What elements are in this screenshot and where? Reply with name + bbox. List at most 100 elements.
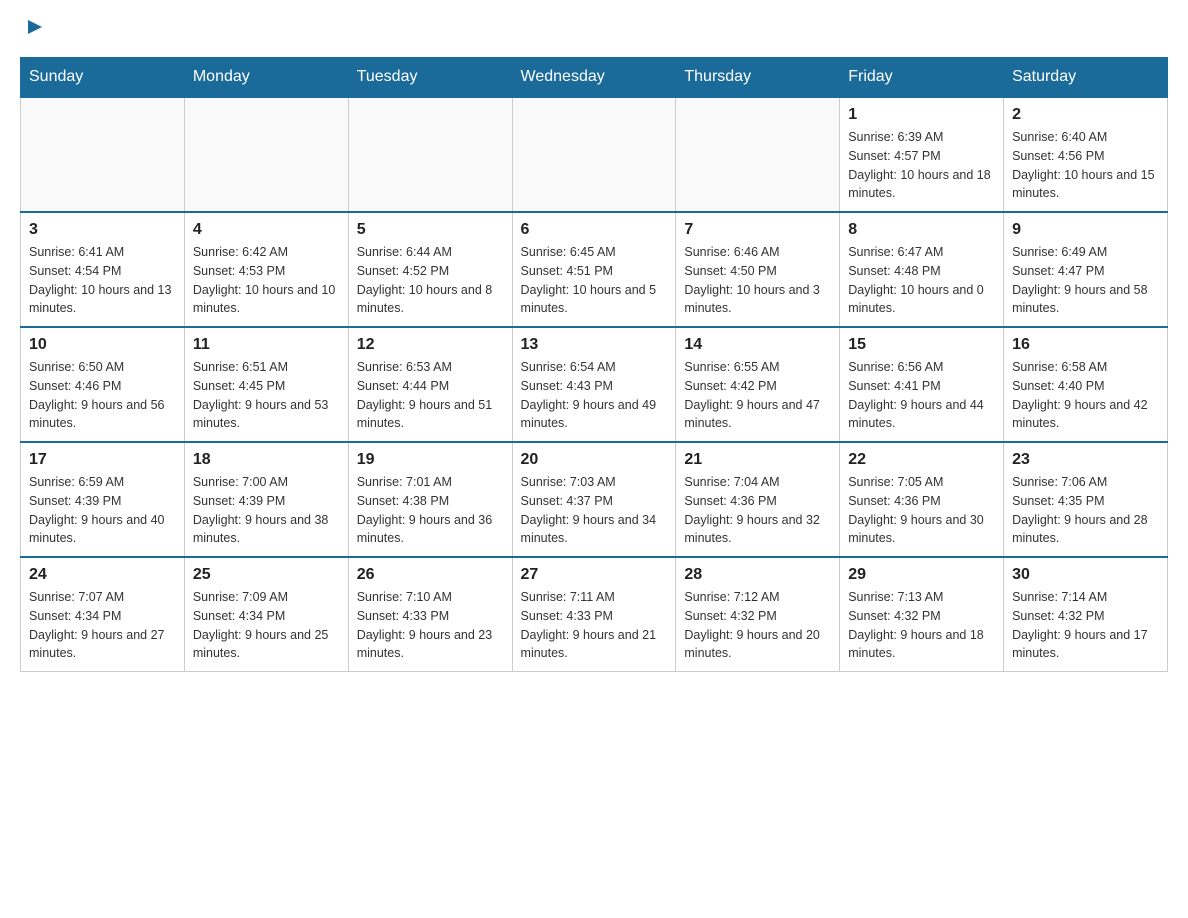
- calendar-cell: [21, 97, 185, 212]
- day-sun-info: Sunrise: 6:58 AMSunset: 4:40 PMDaylight:…: [1012, 358, 1159, 433]
- week-row-4: 17 Sunrise: 6:59 AMSunset: 4:39 PMDayligh…: [21, 442, 1168, 557]
- day-number: 1: [848, 106, 995, 124]
- day-sun-info: Sunrise: 6:49 AMSunset: 4:47 PMDaylight:…: [1012, 243, 1159, 318]
- calendar-cell: 17 Sunrise: 6:59 AMSunset: 4:39 PMDayligh…: [21, 442, 185, 557]
- week-row-5: 24 Sunrise: 7:07 AMSunset: 4:34 PMDayligh…: [21, 557, 1168, 672]
- calendar-cell: 18 Sunrise: 7:00 AMSunset: 4:39 PMDayligh…: [184, 442, 348, 557]
- day-number: 3: [29, 221, 176, 239]
- week-row-2: 3Sunrise: 6:41 AMSunset: 4:54 PMDaylight…: [21, 212, 1168, 327]
- calendar-cell: 23 Sunrise: 7:06 AMSunset: 4:35 PMDayligh…: [1004, 442, 1168, 557]
- calendar-cell: 4 Sunrise: 6:42 AMSunset: 4:53 PMDaylight…: [184, 212, 348, 327]
- day-number: 22: [848, 451, 995, 469]
- day-sun-info: Sunrise: 7:07 AMSunset: 4:34 PMDaylight:…: [29, 588, 176, 663]
- day-number: 27: [521, 566, 668, 584]
- day-sun-info: Sunrise: 7:06 AMSunset: 4:35 PMDaylight:…: [1012, 473, 1159, 548]
- logo: [20, 20, 46, 37]
- day-number: 10: [29, 336, 176, 354]
- week-row-3: 10 Sunrise: 6:50 AMSunset: 4:46 PMDayligh…: [21, 327, 1168, 442]
- calendar-cell: 14Sunrise: 6:55 AMSunset: 4:42 PMDayligh…: [676, 327, 840, 442]
- day-sun-info: Sunrise: 7:00 AMSunset: 4:39 PMDaylight:…: [193, 473, 340, 548]
- calendar-header-row: SundayMondayTuesdayWednesdayThursdayFrid…: [21, 58, 1168, 98]
- calendar-cell: 11Sunrise: 6:51 AMSunset: 4:45 PMDayligh…: [184, 327, 348, 442]
- calendar-cell: [676, 97, 840, 212]
- day-sun-info: Sunrise: 7:05 AMSunset: 4:36 PMDaylight:…: [848, 473, 995, 548]
- column-header-tuesday: Tuesday: [348, 58, 512, 98]
- calendar-cell: 25 Sunrise: 7:09 AMSunset: 4:34 PMDayligh…: [184, 557, 348, 672]
- column-header-monday: Monday: [184, 58, 348, 98]
- day-number: 5: [357, 221, 504, 239]
- column-header-wednesday: Wednesday: [512, 58, 676, 98]
- calendar-cell: 13 Sunrise: 6:54 AMSunset: 4:43 PMDayligh…: [512, 327, 676, 442]
- calendar-cell: 2 Sunrise: 6:40 AMSunset: 4:56 PMDaylight…: [1004, 97, 1168, 212]
- calendar-cell: 8Sunrise: 6:47 AMSunset: 4:48 PMDaylight…: [840, 212, 1004, 327]
- day-number: 19: [357, 451, 504, 469]
- day-number: 18: [193, 451, 340, 469]
- calendar-cell: 6 Sunrise: 6:45 AMSunset: 4:51 PMDaylight…: [512, 212, 676, 327]
- calendar-table: SundayMondayTuesdayWednesdayThursdayFrid…: [20, 57, 1168, 672]
- day-number: 21: [684, 451, 831, 469]
- day-sun-info: Sunrise: 6:45 AMSunset: 4:51 PMDaylight:…: [521, 243, 668, 318]
- day-sun-info: Sunrise: 6:42 AMSunset: 4:53 PMDaylight:…: [193, 243, 340, 318]
- column-header-friday: Friday: [840, 58, 1004, 98]
- day-number: 13: [521, 336, 668, 354]
- calendar-cell: 26 Sunrise: 7:10 AMSunset: 4:33 PMDayligh…: [348, 557, 512, 672]
- day-sun-info: Sunrise: 7:01 AMSunset: 4:38 PMDaylight:…: [357, 473, 504, 548]
- calendar-cell: 1 Sunrise: 6:39 AMSunset: 4:57 PMDaylight…: [840, 97, 1004, 212]
- day-number: 9: [1012, 221, 1159, 239]
- calendar-cell: 3Sunrise: 6:41 AMSunset: 4:54 PMDaylight…: [21, 212, 185, 327]
- day-sun-info: Sunrise: 6:51 AMSunset: 4:45 PMDaylight:…: [193, 358, 340, 433]
- calendar-cell: 30 Sunrise: 7:14 AMSunset: 4:32 PMDayligh…: [1004, 557, 1168, 672]
- day-number: 16: [1012, 336, 1159, 354]
- calendar-cell: 20Sunrise: 7:03 AMSunset: 4:37 PMDayligh…: [512, 442, 676, 557]
- day-number: 17: [29, 451, 176, 469]
- day-number: 12: [357, 336, 504, 354]
- column-header-sunday: Sunday: [21, 58, 185, 98]
- day-sun-info: Sunrise: 6:59 AMSunset: 4:39 PMDaylight:…: [29, 473, 176, 548]
- calendar-cell: 9 Sunrise: 6:49 AMSunset: 4:47 PMDaylight…: [1004, 212, 1168, 327]
- calendar-cell: [184, 97, 348, 212]
- logo-arrow-icon: [24, 16, 46, 38]
- day-number: 23: [1012, 451, 1159, 469]
- day-number: 15: [848, 336, 995, 354]
- day-sun-info: Sunrise: 7:09 AMSunset: 4:34 PMDaylight:…: [193, 588, 340, 663]
- day-number: 29: [848, 566, 995, 584]
- day-sun-info: Sunrise: 6:53 AMSunset: 4:44 PMDaylight:…: [357, 358, 504, 433]
- calendar-cell: [512, 97, 676, 212]
- day-number: 26: [357, 566, 504, 584]
- column-header-saturday: Saturday: [1004, 58, 1168, 98]
- calendar-cell: 15Sunrise: 6:56 AMSunset: 4:41 PMDayligh…: [840, 327, 1004, 442]
- day-sun-info: Sunrise: 6:47 AMSunset: 4:48 PMDaylight:…: [848, 243, 995, 318]
- calendar-cell: 29Sunrise: 7:13 AMSunset: 4:32 PMDayligh…: [840, 557, 1004, 672]
- calendar-cell: 10 Sunrise: 6:50 AMSunset: 4:46 PMDayligh…: [21, 327, 185, 442]
- day-sun-info: Sunrise: 6:55 AMSunset: 4:42 PMDaylight:…: [684, 358, 831, 433]
- page-header: [20, 20, 1168, 37]
- calendar-cell: [348, 97, 512, 212]
- day-sun-info: Sunrise: 6:40 AMSunset: 4:56 PMDaylight:…: [1012, 128, 1159, 203]
- calendar-cell: 22 Sunrise: 7:05 AMSunset: 4:36 PMDayligh…: [840, 442, 1004, 557]
- day-sun-info: Sunrise: 7:12 AMSunset: 4:32 PMDaylight:…: [684, 588, 831, 663]
- calendar-cell: 21 Sunrise: 7:04 AMSunset: 4:36 PMDayligh…: [676, 442, 840, 557]
- day-number: 2: [1012, 106, 1159, 124]
- calendar-cell: 5Sunrise: 6:44 AMSunset: 4:52 PMDaylight…: [348, 212, 512, 327]
- day-sun-info: Sunrise: 7:04 AMSunset: 4:36 PMDaylight:…: [684, 473, 831, 548]
- day-sun-info: Sunrise: 7:10 AMSunset: 4:33 PMDaylight:…: [357, 588, 504, 663]
- calendar-cell: 19 Sunrise: 7:01 AMSunset: 4:38 PMDayligh…: [348, 442, 512, 557]
- day-number: 28: [684, 566, 831, 584]
- day-number: 30: [1012, 566, 1159, 584]
- day-number: 4: [193, 221, 340, 239]
- day-number: 24: [29, 566, 176, 584]
- day-number: 20: [521, 451, 668, 469]
- day-sun-info: Sunrise: 7:14 AMSunset: 4:32 PMDaylight:…: [1012, 588, 1159, 663]
- day-sun-info: Sunrise: 6:50 AMSunset: 4:46 PMDaylight:…: [29, 358, 176, 433]
- calendar-cell: 12 Sunrise: 6:53 AMSunset: 4:44 PMDayligh…: [348, 327, 512, 442]
- week-row-1: 1 Sunrise: 6:39 AMSunset: 4:57 PMDaylight…: [21, 97, 1168, 212]
- calendar-cell: 16 Sunrise: 6:58 AMSunset: 4:40 PMDayligh…: [1004, 327, 1168, 442]
- day-sun-info: Sunrise: 6:54 AMSunset: 4:43 PMDaylight:…: [521, 358, 668, 433]
- calendar-cell: 24 Sunrise: 7:07 AMSunset: 4:34 PMDayligh…: [21, 557, 185, 672]
- day-sun-info: Sunrise: 6:39 AMSunset: 4:57 PMDaylight:…: [848, 128, 995, 203]
- column-header-thursday: Thursday: [676, 58, 840, 98]
- calendar-cell: 27Sunrise: 7:11 AMSunset: 4:33 PMDayligh…: [512, 557, 676, 672]
- day-number: 6: [521, 221, 668, 239]
- day-number: 25: [193, 566, 340, 584]
- calendar-cell: 7Sunrise: 6:46 AMSunset: 4:50 PMDaylight…: [676, 212, 840, 327]
